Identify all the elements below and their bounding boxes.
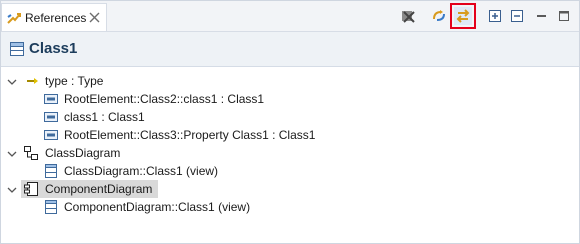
tree-node-type[interactable]: type : Type [1, 72, 301, 90]
class-icon [43, 199, 59, 215]
tree-node-ref-1[interactable]: RootElement::Class2::class1 : Class1 [1, 90, 321, 108]
chevron-down-icon[interactable] [7, 148, 17, 158]
tree-node-label: type : Type [45, 74, 104, 88]
references-view: References Class1 type: Type RootElemen… [0, 0, 580, 244]
close-icon[interactable] [89, 12, 100, 23]
tree-node-label: ComponentDiagram::Class1 (view) [64, 200, 251, 214]
property-icon [43, 91, 59, 107]
tab-references[interactable]: References [1, 3, 107, 31]
remove-all-icon [402, 11, 415, 23]
tree-node-class-diagram-view[interactable]: ClassDiagram::Class1 (view) [1, 162, 321, 180]
tree-node-label: ComponentDiagram [45, 182, 153, 196]
tab-references-label: References [25, 11, 87, 25]
property-icon [43, 109, 59, 125]
tree-node-component-diagram-view[interactable]: ComponentDiagram::Class1 (view) [1, 198, 321, 216]
refresh-icon [433, 10, 445, 21]
collapse-all-button[interactable] [508, 7, 526, 25]
tree-node-label: ClassDiagram::Class1 (view) [64, 164, 219, 178]
collapse-all-icon [511, 10, 523, 22]
expand-all-button[interactable] [486, 7, 504, 25]
tree-node-class-diagram[interactable]: ClassDiagram [1, 144, 301, 162]
class-icon [9, 41, 25, 60]
refresh-button[interactable] [430, 7, 448, 25]
minimize-button[interactable] [533, 7, 551, 25]
chevron-down-icon[interactable] [7, 184, 17, 194]
property-icon [43, 127, 59, 143]
tree-node-ref-3[interactable]: RootElement::Class3::Property Class1 : C… [1, 126, 321, 144]
sync-arrows-icon [456, 9, 470, 23]
tree-node-label: ClassDiagram [45, 146, 121, 160]
tab-bar: References [1, 1, 579, 32]
tree-node-label: RootElement::Class3::Property Class1 : C… [64, 128, 316, 142]
tree-node-label: RootElement::Class2::class1 : Class1 [64, 92, 265, 106]
remove-all-button[interactable] [399, 7, 417, 25]
view-header: Class1 [1, 32, 579, 67]
class-diagram-icon [23, 145, 39, 161]
maximize-button[interactable] [555, 7, 573, 25]
page-title: Class1 [29, 40, 78, 57]
minimize-icon [537, 15, 546, 17]
chevron-down-icon[interactable] [7, 76, 17, 86]
references-icon [6, 11, 22, 27]
tree-node-component-diagram[interactable]: ComponentDiagram [21, 180, 158, 198]
tree-node-component-toggle[interactable] [7, 180, 17, 198]
tree-node-ref-2[interactable]: class1 : Class1 [1, 108, 321, 126]
class-icon [43, 163, 59, 179]
maximize-icon [559, 11, 569, 21]
link-with-editor-button[interactable] [450, 3, 476, 29]
type-arrow-icon [25, 73, 41, 89]
tree-node-label: class1 : Class1 [64, 110, 145, 124]
expand-all-icon [489, 10, 501, 22]
component-diagram-icon [23, 181, 39, 197]
